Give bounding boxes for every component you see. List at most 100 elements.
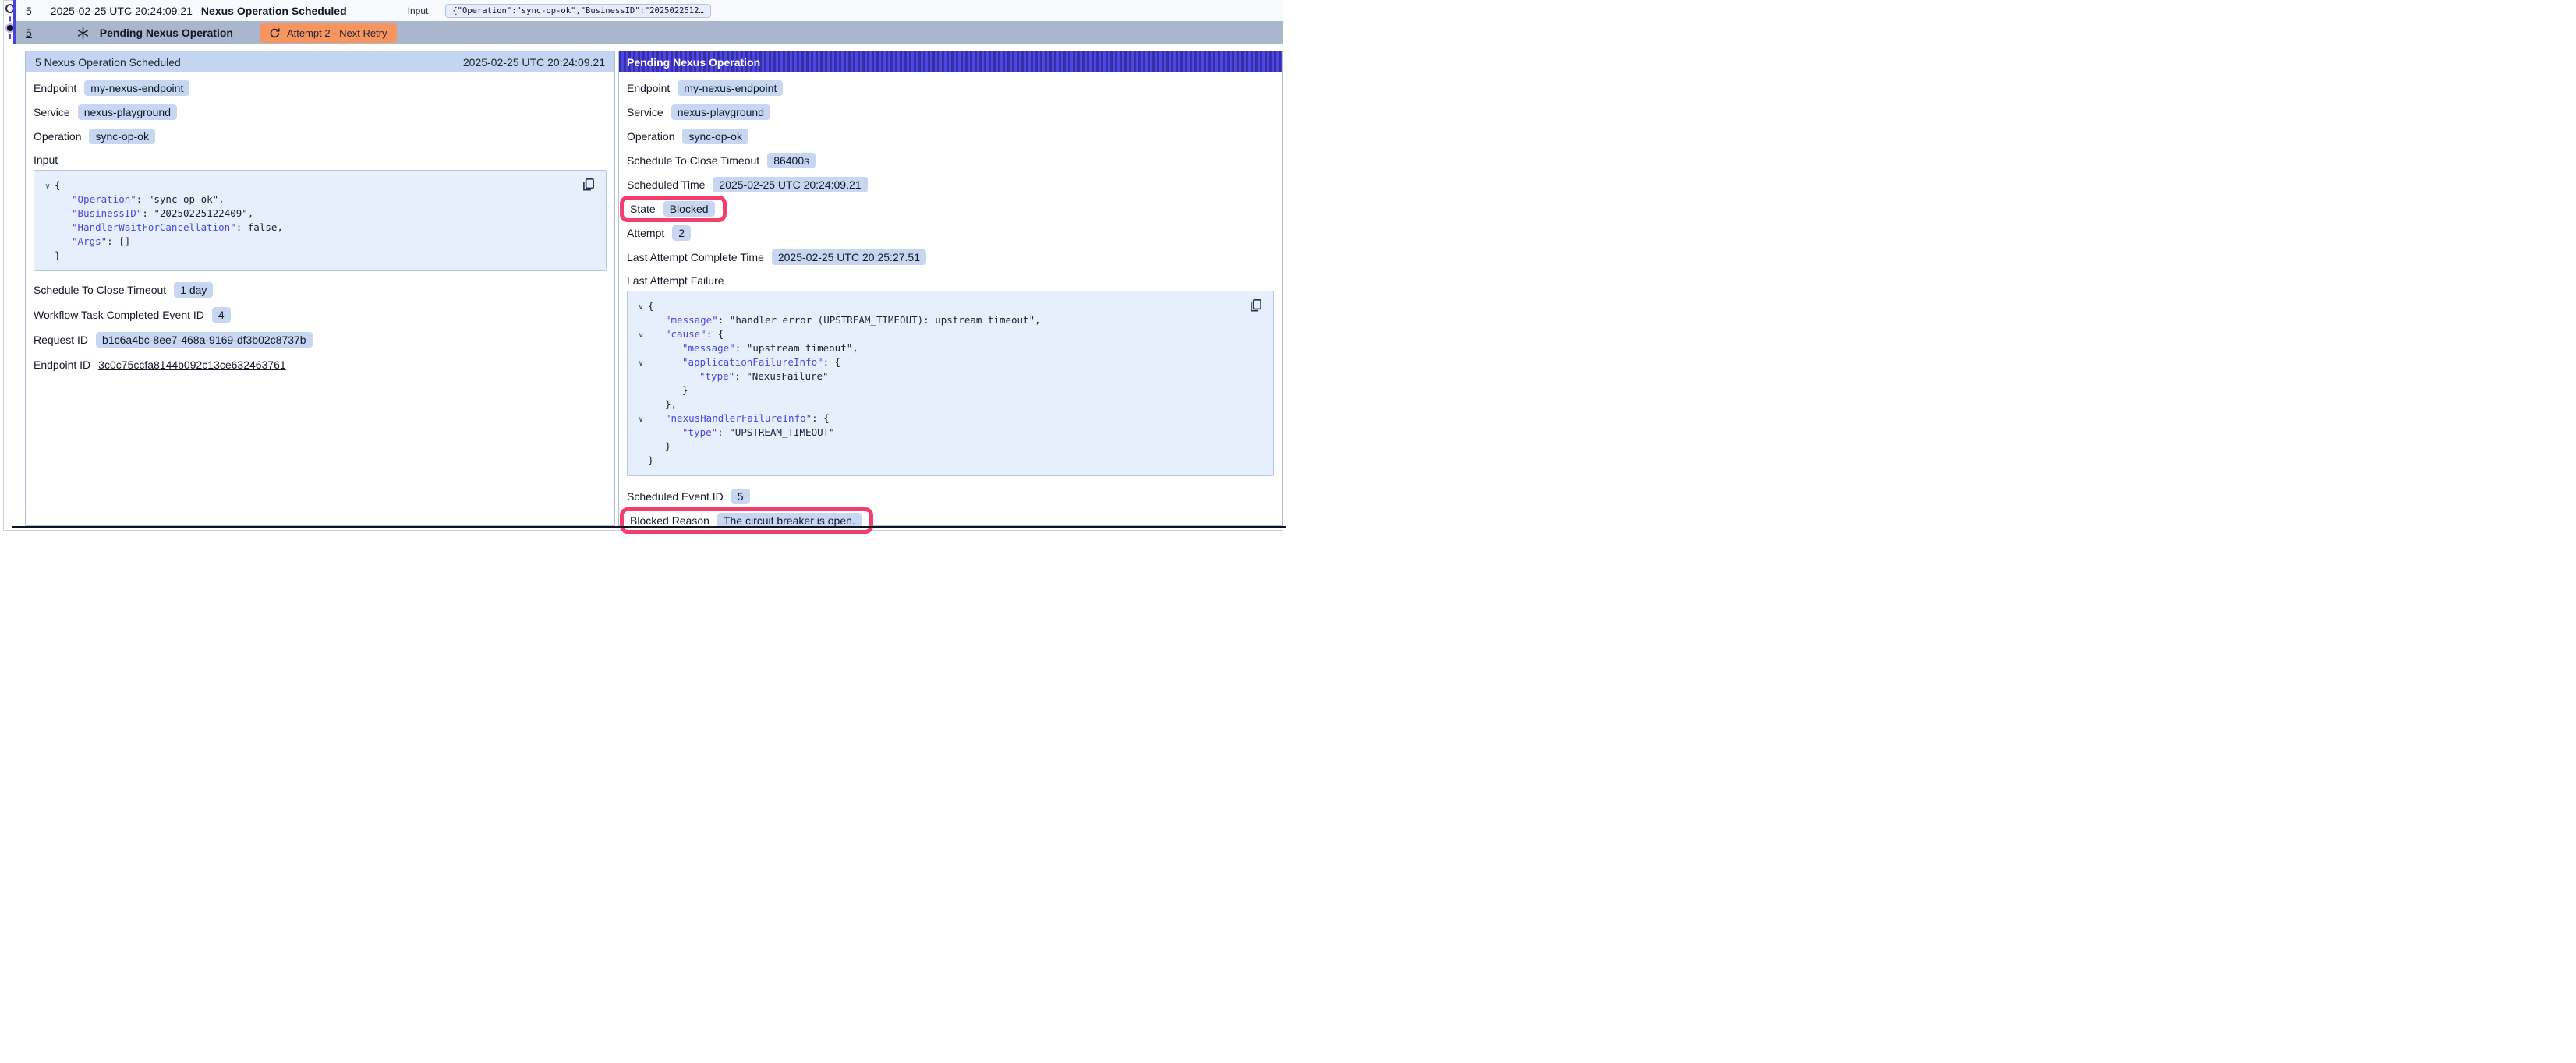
field-label: Service xyxy=(34,106,70,118)
retry-badge-label: Attempt 2 · Next Retry xyxy=(287,27,387,39)
code-token: "type" xyxy=(682,426,717,438)
field-value-chip: 1 day xyxy=(174,282,213,298)
collapse-caret-icon[interactable]: ∨ xyxy=(634,413,648,427)
field-value-chip: 4 xyxy=(212,307,231,323)
code-token: } xyxy=(55,249,61,261)
field-value-chip: sync-op-ok xyxy=(89,129,154,144)
code-token: "NexusFailure" xyxy=(746,370,828,382)
code-line: ∨{ xyxy=(41,178,596,192)
code-text: } xyxy=(648,383,688,397)
code-line: }, xyxy=(634,397,1264,411)
code-token: "applicationFailureInfo" xyxy=(682,356,823,368)
code-token: : xyxy=(142,207,154,219)
code-gutter xyxy=(41,236,55,250)
code-text: }, xyxy=(648,397,677,411)
field-row: Request IDb1c6a4bc-8ee7-468a-9169-df3b02… xyxy=(34,327,607,352)
copy-icon xyxy=(1248,298,1264,313)
field-label: Service xyxy=(627,106,663,118)
code-gutter xyxy=(41,194,55,208)
code-text: "message": "handler error (UPSTREAM_TIME… xyxy=(648,313,1041,327)
event-row-scheduled[interactable]: 5 2025-02-25 UTC 20:24:09.21 Nexus Opera… xyxy=(16,0,1283,21)
code-gutter xyxy=(634,343,648,357)
field-label: Scheduled Time xyxy=(627,178,705,191)
code-gutter xyxy=(634,371,648,385)
code-line: } xyxy=(634,454,1264,468)
card-title: Pending Nexus Operation xyxy=(627,56,760,69)
field-row: Endpoint ID 3c0c75ccfa8144b092c13ce632463… xyxy=(34,352,607,377)
code-text: "nexusHandlerFailureInfo": { xyxy=(648,411,830,426)
code-token: : xyxy=(236,221,248,233)
event-row-pending[interactable]: 5 Pending Nexus Operation Attempt 2 · Ne… xyxy=(16,21,1283,44)
copy-button[interactable] xyxy=(581,177,596,192)
bottom-divider xyxy=(12,526,1286,528)
code-token: : xyxy=(735,342,747,354)
code-text: { xyxy=(55,178,61,192)
code-token: : xyxy=(734,370,746,382)
field-group: Endpointmy-nexus-endpointServicenexus-pl… xyxy=(627,76,1274,269)
collapse-caret-icon[interactable]: ∨ xyxy=(41,180,55,194)
field-group: Endpointmy-nexus-endpointServicenexus-pl… xyxy=(34,76,607,148)
code-line: "HandlerWaitForCancellation": false, xyxy=(41,221,596,235)
event-id-link[interactable]: 5 xyxy=(26,5,32,17)
retry-icon xyxy=(269,27,281,39)
code-token: "type" xyxy=(699,370,734,382)
code-line: "message": "handler error (UPSTREAM_TIME… xyxy=(634,313,1264,327)
field-group: Schedule To Close Timeout1 dayWorkflow T… xyxy=(34,277,607,377)
code-token: } xyxy=(682,384,688,396)
code-gutter xyxy=(634,441,648,455)
code-token: : { xyxy=(706,328,724,340)
retry-status-badge: Attempt 2 · Next Retry xyxy=(260,23,397,43)
field-row: Attempt2 xyxy=(627,221,1274,245)
code-text: "Operation": "sync-op-ok", xyxy=(55,192,225,207)
field-value-link[interactable]: 3c0c75ccfa8144b092c13ce632463761 xyxy=(98,358,286,371)
code-line: "type": "NexusFailure" xyxy=(634,369,1264,383)
field-row: Workflow Task Completed Event ID4 xyxy=(34,302,607,327)
card-header: 5 Nexus Operation Scheduled 2025-02-25 U… xyxy=(26,51,614,72)
field-value-chip: nexus-playground xyxy=(671,104,770,120)
code-token: }, xyxy=(665,398,677,410)
input-section-label: Input xyxy=(34,150,607,170)
field-row: Endpointmy-nexus-endpoint xyxy=(34,76,607,100)
code-line: ∨"applicationFailureInfo": { xyxy=(634,355,1264,369)
code-gutter xyxy=(41,208,55,222)
code-token: : { xyxy=(823,356,841,368)
field-value-chip: my-nexus-endpoint xyxy=(678,80,783,96)
code-text: "applicationFailureInfo": { xyxy=(648,355,840,369)
collapse-caret-icon[interactable]: ∨ xyxy=(634,329,648,343)
code-token: "Operation" xyxy=(72,193,136,205)
code-line: "message": "upstream timeout", xyxy=(634,341,1264,355)
collapse-caret-icon[interactable]: ∨ xyxy=(634,301,648,315)
code-token: "sync-op-ok", xyxy=(148,193,225,205)
code-token: { xyxy=(55,179,61,191)
field-value-chip: 86400s xyxy=(767,153,816,168)
field-value-chip: 2025-02-25 UTC 20:24:09.21 xyxy=(713,177,867,192)
selected-rows-accent-bar xyxy=(13,0,16,44)
code-token: "UPSTREAM_TIMEOUT" xyxy=(729,426,834,438)
field-label: Operation xyxy=(627,130,674,143)
card-title: 5 Nexus Operation Scheduled xyxy=(35,56,181,69)
copy-icon xyxy=(581,177,596,192)
code-token: "nexusHandlerFailureInfo" xyxy=(665,412,812,424)
code-text: "message": "upstream timeout", xyxy=(648,341,858,355)
code-text: "BusinessID": "20250225122409", xyxy=(55,207,253,221)
code-token: "HandlerWaitForCancellation" xyxy=(72,221,236,233)
collapse-caret-icon[interactable]: ∨ xyxy=(634,357,648,371)
code-text: { xyxy=(648,299,654,313)
card-timestamp: 2025-02-25 UTC 20:24:09.21 xyxy=(463,56,605,69)
code-token: } xyxy=(648,454,654,466)
code-lines: ∨{"message": "handler error (UPSTREAM_TI… xyxy=(634,299,1264,468)
field-row: Schedule To Close Timeout86400s xyxy=(627,148,1274,172)
event-id-link[interactable]: 5 xyxy=(26,26,32,39)
event-input-preview-chip[interactable]: {"Operation":"sync-op-ok","BusinessID":"… xyxy=(445,4,710,18)
code-text: "HandlerWaitForCancellation": false, xyxy=(55,221,283,235)
copy-button[interactable] xyxy=(1248,298,1264,313)
failure-section-label: Last Attempt Failure xyxy=(627,270,1274,291)
code-line: "Operation": "sync-op-ok", xyxy=(41,192,596,207)
code-line: } xyxy=(41,249,596,263)
code-line: "Args": [] xyxy=(41,235,596,249)
code-token: "Args" xyxy=(72,235,107,247)
field-label: Endpoint ID xyxy=(34,358,90,371)
code-token: "handler error (UPSTREAM_TIMEOUT): upstr… xyxy=(730,314,1041,326)
code-token: : xyxy=(107,235,119,247)
field-label: Scheduled Event ID xyxy=(627,490,724,503)
